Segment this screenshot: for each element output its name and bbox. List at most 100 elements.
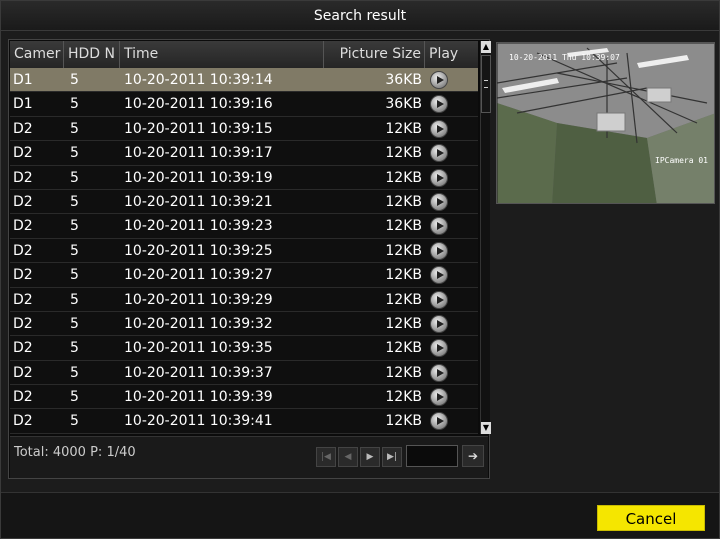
cell-play xyxy=(425,214,478,237)
cell-time: 10-20-2011 10:39:35 xyxy=(124,340,273,357)
table-row[interactable]: D2 5 10-20-2011 10:39:17 12KB xyxy=(10,141,478,166)
total-count: Total: 4000 P: 1/40 xyxy=(14,445,136,460)
cell-time: 10-20-2011 10:39:41 xyxy=(124,413,273,430)
column-header-play[interactable]: Play xyxy=(425,41,478,68)
arrow-right-icon[interactable]: ➔ xyxy=(462,445,484,467)
first-page-icon[interactable]: |◀ xyxy=(316,447,336,467)
cell-play xyxy=(425,361,478,384)
cell-camera: D2 xyxy=(13,267,33,284)
play-icon[interactable] xyxy=(430,95,448,114)
table-row[interactable]: D2 5 10-20-2011 10:39:27 12KB xyxy=(10,263,478,288)
cell-picture-size: 12KB xyxy=(385,267,422,284)
play-icon[interactable] xyxy=(430,217,448,236)
table-row[interactable]: D2 5 10-20-2011 10:39:39 12KB xyxy=(10,385,478,410)
cell-hdd: 5 xyxy=(70,340,79,357)
column-header-time[interactable]: Time xyxy=(120,41,324,68)
cell-picture-size: 12KB xyxy=(385,120,422,137)
cell-camera: D2 xyxy=(13,169,33,186)
play-icon[interactable] xyxy=(430,119,448,138)
play-icon[interactable] xyxy=(430,241,448,260)
window-title: Search result xyxy=(1,1,719,31)
cell-camera: D2 xyxy=(13,193,33,210)
cell-hdd: 5 xyxy=(70,364,79,381)
picture-preview: 10-20-2011 Thu 10:39:07 IPCamera 01 xyxy=(496,42,715,204)
cell-play xyxy=(425,141,478,164)
table-row[interactable]: D1 5 10-20-2011 10:39:14 36KB xyxy=(10,68,478,93)
table-row[interactable]: D2 5 10-20-2011 10:39:35 12KB xyxy=(10,336,478,361)
table-row[interactable]: D2 5 10-20-2011 10:39:15 12KB xyxy=(10,116,478,142)
cell-picture-size: 12KB xyxy=(385,315,422,332)
scrollbar-thumb[interactable] xyxy=(481,55,491,113)
table-row[interactable]: D2 5 10-20-2011 10:39:21 12KB xyxy=(10,189,478,215)
cell-picture-size: 36KB xyxy=(385,72,422,88)
play-icon[interactable] xyxy=(430,388,448,407)
play-icon[interactable] xyxy=(430,266,448,285)
play-icon[interactable] xyxy=(430,192,448,211)
table-row[interactable]: D2 5 10-20-2011 10:39:32 12KB xyxy=(10,311,478,337)
cell-hdd: 5 xyxy=(70,145,79,162)
page-number-input[interactable] xyxy=(406,445,458,467)
cell-play xyxy=(425,336,478,359)
column-header-picture-size[interactable]: Picture Size xyxy=(324,41,425,68)
play-icon[interactable] xyxy=(430,71,448,89)
cell-play xyxy=(425,92,478,115)
cell-play xyxy=(425,117,478,140)
cell-picture-size: 12KB xyxy=(385,364,422,381)
cell-hdd: 5 xyxy=(70,267,79,284)
play-icon[interactable] xyxy=(430,412,448,431)
cell-camera: D2 xyxy=(13,315,33,332)
table-row[interactable]: D2 5 10-20-2011 10:39:37 12KB xyxy=(10,360,478,386)
play-icon[interactable] xyxy=(430,363,448,382)
cell-hdd: 5 xyxy=(70,193,79,210)
preview-timestamp: 10-20-2011 Thu 10:39:07 xyxy=(509,53,620,62)
cell-hdd: 5 xyxy=(70,96,79,113)
cell-time: 10-20-2011 10:39:25 xyxy=(124,242,273,259)
cell-picture-size: 12KB xyxy=(385,218,422,235)
cell-camera: D2 xyxy=(13,120,33,137)
scroll-down-icon[interactable]: ▼ xyxy=(481,422,491,434)
cell-picture-size: 12KB xyxy=(385,169,422,186)
cancel-button[interactable]: Cancel xyxy=(597,505,705,531)
scrollbar[interactable]: ▲ ▼ xyxy=(480,41,491,434)
table-row[interactable]: D2 5 10-20-2011 10:39:41 12KB xyxy=(10,409,478,434)
table-row[interactable]: D2 5 10-20-2011 10:39:23 12KB xyxy=(10,214,478,239)
cell-time: 10-20-2011 10:39:16 xyxy=(124,96,273,113)
cell-camera: D1 xyxy=(13,96,33,113)
cell-camera: D2 xyxy=(13,145,33,162)
cell-hdd: 5 xyxy=(70,120,79,137)
cell-picture-size: 12KB xyxy=(385,340,422,357)
next-page-icon[interactable]: ▶ xyxy=(360,447,380,467)
table-footer: Total: 4000 P: 1/40 |◀ ◀ ▶ ▶| ➔ xyxy=(10,436,488,478)
cell-play xyxy=(425,68,478,91)
table-header: Camer HDD N Time Picture Size Play xyxy=(10,41,478,68)
last-page-icon[interactable]: ▶| xyxy=(382,447,402,467)
cell-camera: D1 xyxy=(13,72,33,88)
cell-camera: D2 xyxy=(13,413,33,430)
results-table-body: D1 5 10-20-2011 10:39:14 36KB D1 5 10-20-2011 … xyxy=(10,68,478,434)
column-header-camera[interactable]: Camer xyxy=(10,41,64,68)
cell-hdd: 5 xyxy=(70,315,79,332)
play-icon[interactable] xyxy=(430,168,448,187)
pager: |◀ ◀ ▶ ▶| xyxy=(316,447,402,467)
table-row[interactable]: D2 5 10-20-2011 10:39:29 12KB xyxy=(10,287,478,312)
cell-play xyxy=(425,385,478,408)
cell-hdd: 5 xyxy=(70,242,79,259)
table-row[interactable]: D2 5 10-20-2011 10:39:25 12KB xyxy=(10,238,478,264)
column-header-hdd[interactable]: HDD N xyxy=(64,41,120,68)
scroll-up-icon[interactable]: ▲ xyxy=(481,41,491,53)
cell-picture-size: 36KB xyxy=(385,96,422,113)
table-row[interactable]: D2 5 10-20-2011 10:39:19 12KB xyxy=(10,165,478,190)
cell-play xyxy=(425,166,478,189)
cell-hdd: 5 xyxy=(70,218,79,235)
play-icon[interactable] xyxy=(430,144,448,163)
cell-play xyxy=(425,288,478,311)
prev-page-icon[interactable]: ◀ xyxy=(338,447,358,467)
play-icon[interactable] xyxy=(430,290,448,309)
cell-hdd: 5 xyxy=(70,389,79,406)
cell-time: 10-20-2011 10:39:29 xyxy=(124,291,273,308)
play-icon[interactable] xyxy=(430,314,448,333)
cell-camera: D2 xyxy=(13,389,33,406)
table-row[interactable]: D1 5 10-20-2011 10:39:16 36KB xyxy=(10,92,478,117)
play-icon[interactable] xyxy=(430,339,448,358)
preview-camera-label: IPCamera 01 xyxy=(655,156,708,165)
